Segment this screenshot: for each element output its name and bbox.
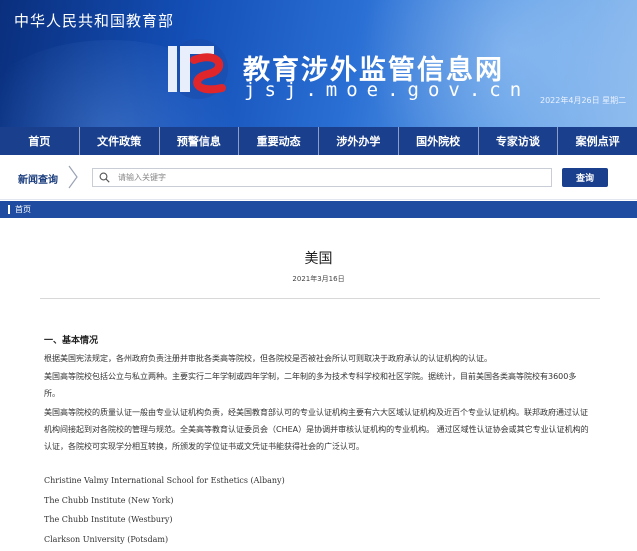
school-list-item: Christine Valmy International School for… xyxy=(44,476,285,485)
search-input[interactable] xyxy=(118,169,538,186)
search-button[interactable]: 查询 xyxy=(562,168,608,187)
article-paragraph: 美国高等院校的质量认证一般由专业认证机构负责，经美国教育部认可的专业认证机构主要… xyxy=(44,408,589,451)
news-search-bar: 新闻查询 查询 xyxy=(0,155,637,200)
title-divider xyxy=(40,298,600,299)
article-date: 2021年3月16日 xyxy=(292,275,345,283)
search-label: 新闻查询 xyxy=(18,175,58,186)
moe-logo-icon[interactable] xyxy=(160,36,232,102)
breadcrumb: 首页 xyxy=(0,201,637,218)
article-paragraph: 根据美国宪法规定，各州政府负责注册并审批各类高等院校，但各院校是否被社会所认可则… xyxy=(44,354,492,363)
nav-item-case-review[interactable]: 案例点评 xyxy=(558,127,637,155)
site-banner: 中华人民共和国教育部 教育涉外监管信息网 jsj.moe.gov.cn 2022… xyxy=(0,0,637,127)
school-list-item: The Chubb Institute (Westbury) xyxy=(44,515,173,524)
nav-item-policy[interactable]: 文件政策 xyxy=(80,127,160,155)
nav-item-news[interactable]: 重要动态 xyxy=(239,127,319,155)
school-list-item: Clarkson University (Potsdam) xyxy=(44,535,169,544)
article-paragraph: 美国高等院校包括公立与私立两种。主要实行二年学制或四年学制，二年制的多为技术专科… xyxy=(44,372,577,398)
nav-item-home[interactable]: 首页 xyxy=(0,127,80,155)
nav-item-foreign-schooling[interactable]: 涉外办学 xyxy=(319,127,399,155)
nav-item-foreign-institutions[interactable]: 国外院校 xyxy=(399,127,479,155)
school-list-item: The Chubb Institute (New York) xyxy=(44,496,174,505)
nav-item-expert-interviews[interactable]: 专家访谈 xyxy=(479,127,559,155)
main-nav: 首页 文件政策 预警信息 重要动态 涉外办学 国外院校 专家访谈 案例点评 xyxy=(0,127,637,155)
nav-item-warning[interactable]: 预警信息 xyxy=(160,127,240,155)
article-title: 美国 xyxy=(304,251,333,267)
article-content: 美国 2021年3月16日 一、基本情况 根据美国宪法规定，各州政府负责注册并审… xyxy=(0,218,637,551)
search-icon xyxy=(99,172,110,183)
site-domain: jsj.moe.gov.cn xyxy=(244,79,531,101)
current-date: 2022年4月26日 星期二 xyxy=(540,96,627,105)
chevron-right-icon xyxy=(68,165,78,189)
section-heading: 一、基本情况 xyxy=(44,336,99,346)
search-box xyxy=(92,168,552,187)
ministry-name: 中华人民共和国教育部 xyxy=(14,12,175,30)
breadcrumb-home-link[interactable]: 首页 xyxy=(15,204,31,215)
breadcrumb-marker xyxy=(8,205,10,214)
